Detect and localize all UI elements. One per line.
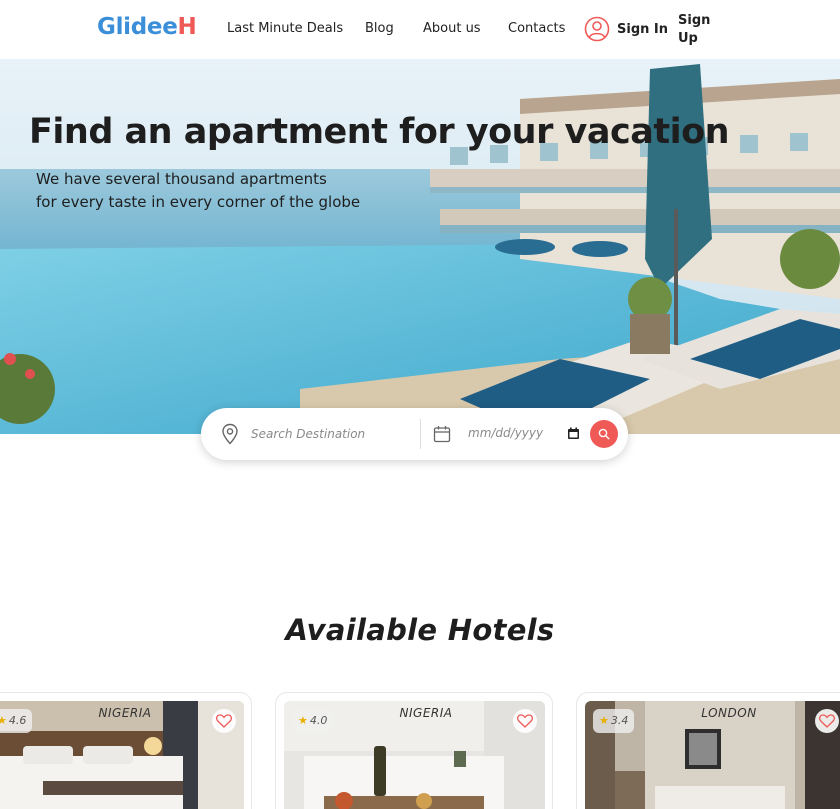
rating-badge: ★ 3.4 (593, 709, 635, 733)
rating-value: 3.4 (610, 714, 629, 727)
heart-icon (819, 714, 835, 728)
favorite-button[interactable] (815, 709, 839, 733)
sign-up-link[interactable]: Sign Up (678, 12, 718, 48)
search-divider (420, 419, 421, 449)
hero-title: Find an apartment for your vacation (29, 112, 730, 152)
rating-value: 4.6 (8, 714, 27, 727)
hotel-location: NIGERIA (399, 706, 453, 720)
rating-value: 4.0 (309, 714, 328, 727)
star-icon: ★ (0, 714, 7, 727)
logo-text: Glidee (97, 14, 178, 40)
calendar-icon (433, 426, 451, 443)
date-picker-icon[interactable] (567, 427, 580, 440)
heart-icon (216, 714, 232, 728)
favorite-button[interactable] (513, 709, 537, 733)
nav-last-minute-deals[interactable]: Last Minute Deals (227, 21, 343, 36)
nav-about-us[interactable]: About us (423, 21, 481, 36)
search-button[interactable] (590, 420, 618, 448)
user-icon (584, 16, 610, 42)
logo-accent: H (177, 14, 197, 40)
sign-in-label: Sign In (617, 22, 668, 37)
rating-badge: ★ 4.6 (0, 709, 33, 733)
hero-banner: Find an apartment for your vacation We h… (0, 59, 840, 434)
logo[interactable]: GlideeH (97, 14, 197, 40)
section-title: Available Hotels (285, 613, 555, 647)
location-pin-icon (222, 423, 238, 445)
search-icon (598, 428, 610, 440)
heart-icon (517, 714, 533, 728)
nav-blog[interactable]: Blog (365, 21, 394, 36)
sign-in-button[interactable]: Sign In (584, 16, 668, 44)
favorite-button[interactable] (212, 709, 236, 733)
hotel-card[interactable]: ★ 3.4 LONDON (576, 692, 840, 809)
hotel-location: LONDON (701, 706, 757, 720)
hero-subtitle-line2: for every taste in every corner of the g… (36, 193, 361, 211)
date-input[interactable]: mm/dd/yyyy (468, 426, 543, 440)
nav-contacts[interactable]: Contacts (508, 21, 565, 36)
search-destination-input[interactable] (251, 422, 411, 446)
star-icon: ★ (599, 714, 609, 727)
rating-badge: ★ 4.0 (292, 709, 334, 733)
star-icon: ★ (298, 714, 308, 727)
site-header: GlideeH Last Minute Deals Blog About us … (0, 0, 840, 59)
hotel-card[interactable]: ★ 4.6 NIGERIA (0, 692, 252, 809)
hero-subtitle-line1: We have several thousand apartments (36, 170, 327, 188)
hotel-card[interactable]: ★ 4.0 NIGERIA (275, 692, 553, 809)
search-bar: mm/dd/yyyy (201, 408, 628, 460)
hotel-location: NIGERIA (98, 706, 152, 720)
hero-subtitle: We have several thousand apartments for … (36, 168, 360, 214)
